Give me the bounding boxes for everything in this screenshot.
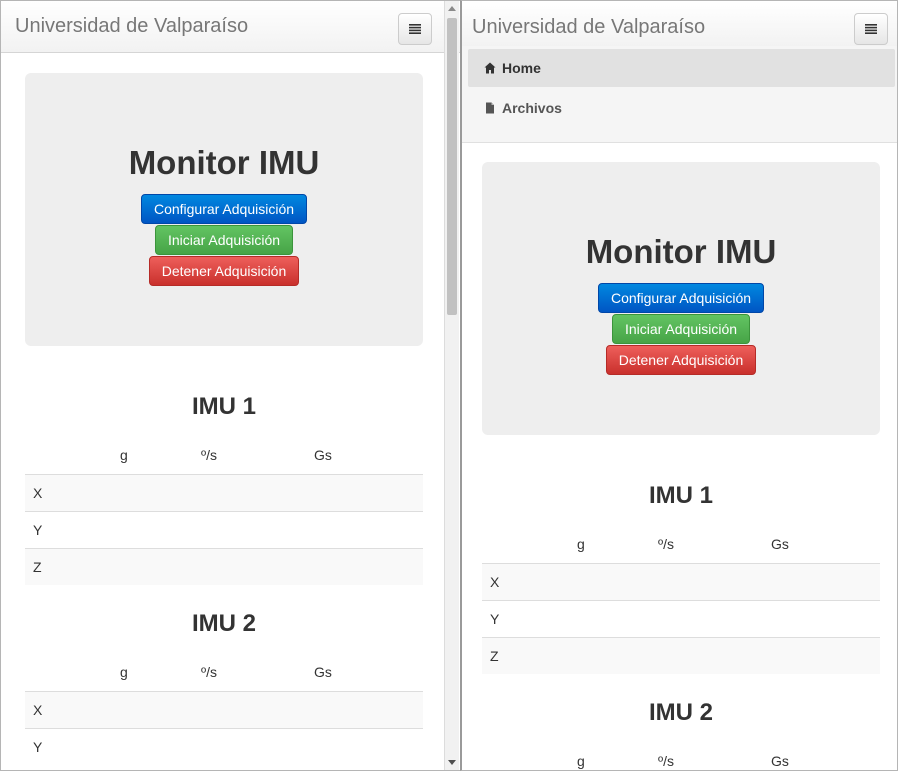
imu1-title: IMU 1 — [648, 482, 713, 509]
table-row: X — [482, 563, 880, 600]
table-header: g º/s Gs — [25, 437, 423, 474]
nav-item-archivos[interactable]: Archivos — [468, 89, 895, 127]
column-header-g: g — [120, 447, 128, 463]
table-header: g º/s Gs — [482, 526, 880, 563]
table-row: Z — [482, 637, 880, 674]
start-acquisition-button[interactable]: Iniciar Adquisición — [611, 314, 751, 344]
scroll-up-icon[interactable] — [448, 6, 456, 11]
imu1-title: IMU 1 — [191, 393, 256, 420]
column-header-gs: Gs — [771, 536, 789, 552]
table-header: g º/s Gs — [482, 743, 880, 770]
hero-panel: Monitor IMU Configurar Adquisición Inici… — [25, 73, 423, 346]
configure-acquisition-button[interactable]: Configurar Adquisición — [597, 283, 765, 313]
column-header-deg-per-s: º/s — [658, 753, 675, 769]
page-title: Monitor IMU — [128, 144, 320, 181]
column-header-deg-per-s: º/s — [201, 664, 218, 680]
start-acquisition-button[interactable]: Iniciar Adquisición — [154, 225, 294, 255]
navbar-toggle-button[interactable] — [854, 13, 888, 45]
table-row: Y — [25, 511, 423, 548]
table-row: X — [25, 474, 423, 511]
navbar: Universidad de Valparaíso — [462, 1, 897, 47]
hero-panel: Monitor IMU Configurar Adquisición Inici… — [482, 162, 880, 435]
column-header-gs: Gs — [771, 753, 789, 769]
nav-item-label: Archivos — [502, 100, 562, 116]
column-header-g: g — [577, 536, 585, 552]
configure-acquisition-button[interactable]: Configurar Adquisición — [140, 194, 308, 224]
table-header: g º/s Gs — [25, 654, 423, 691]
imu2-table: g º/s Gs X Y — [25, 654, 423, 765]
table-row: Y — [25, 728, 423, 765]
home-icon — [484, 62, 496, 74]
right-browser-pane: Universidad de Valparaíso Home Archivos — [460, 0, 898, 771]
scroll-down-icon[interactable] — [448, 760, 456, 765]
imu1-table: g º/s Gs X Y Z — [25, 437, 423, 585]
stop-acquisition-button[interactable]: Detener Adquisición — [605, 345, 757, 375]
column-header-deg-per-s: º/s — [658, 536, 675, 552]
brand-link[interactable]: Universidad de Valparaíso — [15, 15, 248, 38]
brand-link[interactable]: Universidad de Valparaíso — [472, 16, 705, 39]
file-icon — [486, 102, 494, 114]
navbar: Universidad de Valparaíso — [1, 1, 460, 53]
stop-acquisition-button[interactable]: Detener Adquisición — [148, 256, 300, 286]
column-header-gs: Gs — [314, 664, 332, 680]
page-title: Monitor IMU — [585, 233, 777, 270]
vertical-scrollbar[interactable] — [444, 1, 459, 770]
collapsed-nav-menu: Home Archivos — [462, 46, 897, 143]
column-header-g: g — [577, 753, 585, 769]
table-row: Y — [482, 600, 880, 637]
scroll-thumb[interactable] — [447, 18, 457, 315]
imu2-table: g º/s Gs — [482, 743, 880, 770]
left-browser-pane: Universidad de Valparaíso Monitor IMU Co… — [0, 0, 460, 771]
imu1-table: g º/s Gs X Y Z — [482, 526, 880, 674]
menu-icon — [865, 24, 877, 34]
column-header-g: g — [120, 664, 128, 680]
navbar-toggle-button[interactable] — [398, 13, 432, 45]
column-header-gs: Gs — [314, 447, 332, 463]
menu-icon — [409, 24, 421, 34]
table-row: X — [25, 691, 423, 728]
column-header-deg-per-s: º/s — [201, 447, 218, 463]
imu2-title: IMU 2 — [191, 610, 256, 637]
imu2-title: IMU 2 — [648, 699, 713, 726]
nav-item-label: Home — [502, 60, 541, 76]
nav-item-home[interactable]: Home — [468, 49, 895, 87]
table-row: Z — [25, 548, 423, 585]
